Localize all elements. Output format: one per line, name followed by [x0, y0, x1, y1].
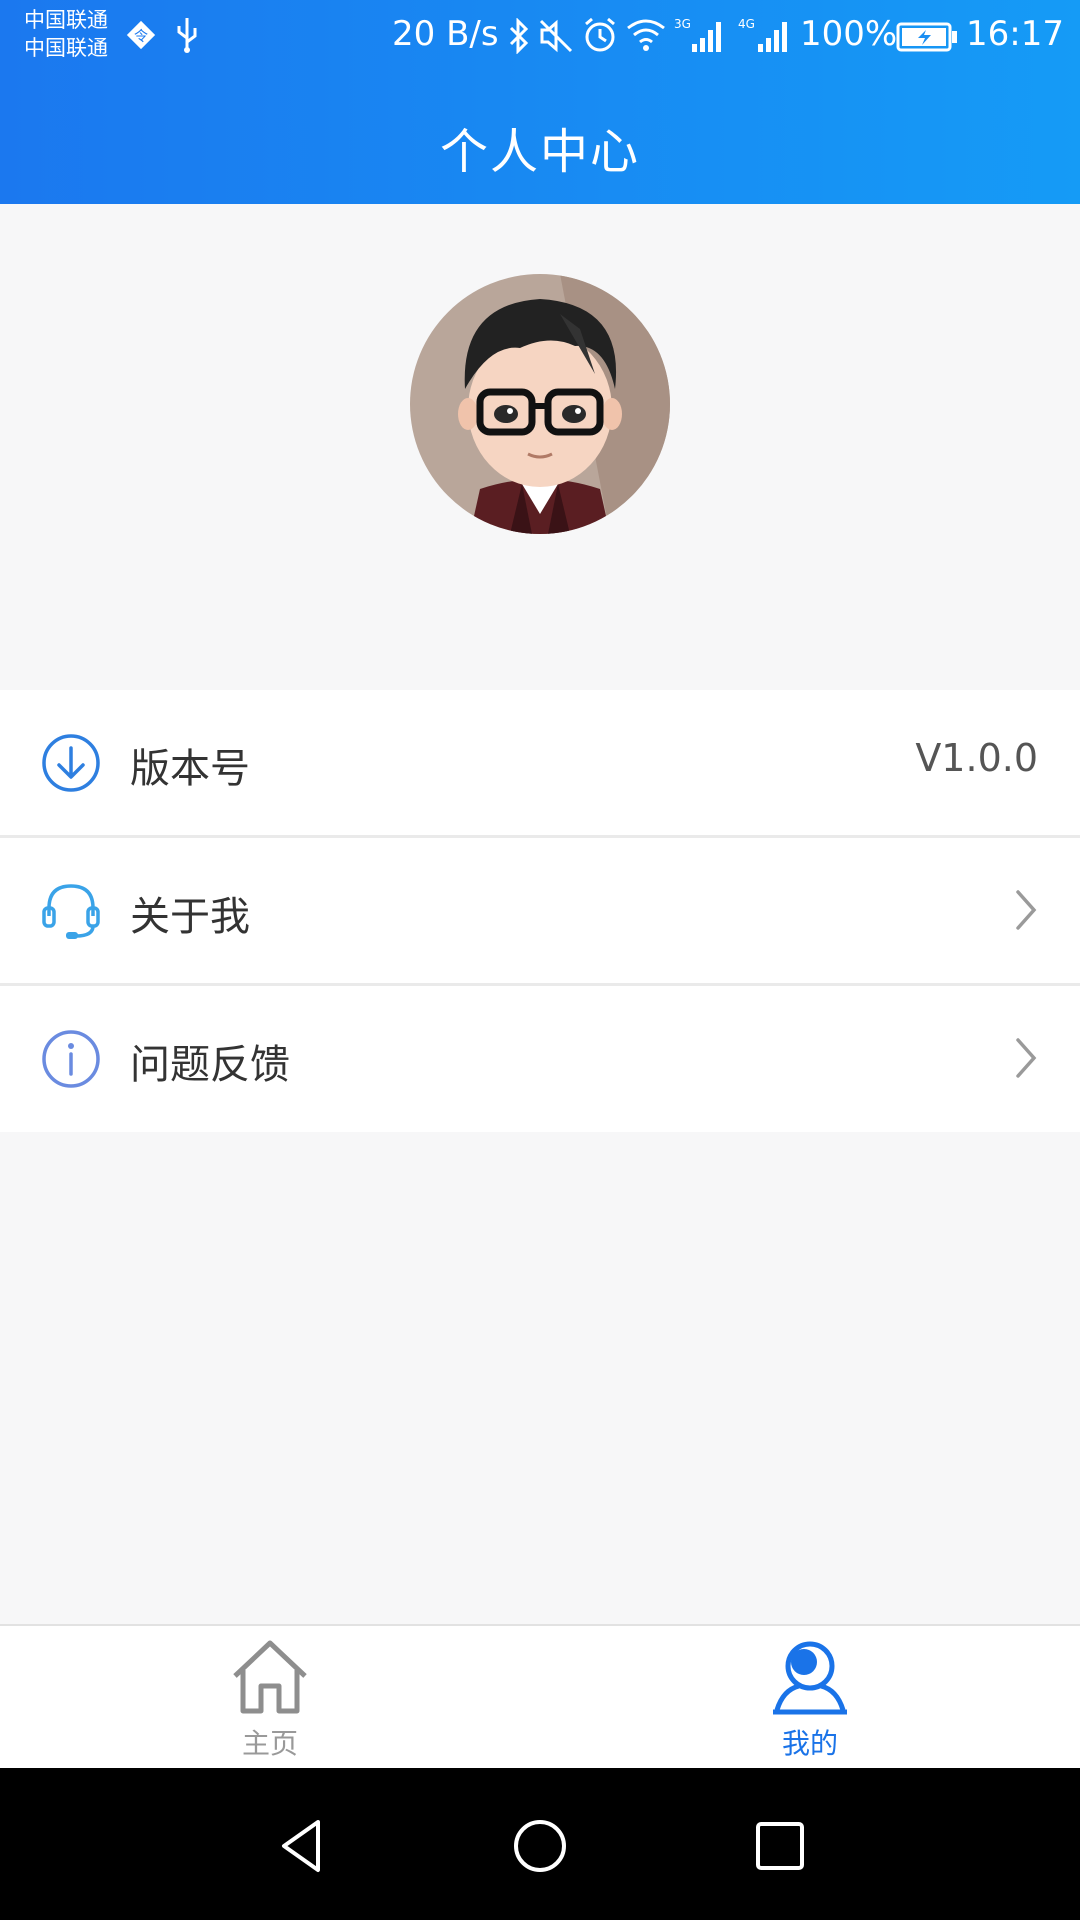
- menu-item-feedback[interactable]: 问题反馈: [0, 986, 1080, 1132]
- usb-icon: [177, 18, 197, 53]
- page-title: 个人中心: [439, 124, 640, 180]
- hd-voice-icon: 令: [126, 20, 156, 50]
- chevron-right-icon: [1016, 1038, 1037, 1078]
- headset-icon: [42, 884, 100, 939]
- menu-item-version[interactable]: 版本号 V1.0.0: [0, 690, 1080, 838]
- signal-4g-icon: 4G: [738, 17, 787, 52]
- tab-label: 主页: [241, 1727, 298, 1760]
- mute-icon: [539, 19, 573, 53]
- system-navigation-bar: [0, 1768, 1080, 1920]
- bluetooth-icon: [509, 18, 529, 54]
- app-header: 中国联通 中国联通 令 20 B/s 3G 4G 100% 16:17 个人中心: [0, 0, 1080, 204]
- menu-item-about[interactable]: 关于我: [0, 838, 1080, 986]
- menu-item-label: 问题反馈: [130, 1042, 290, 1088]
- signal-2-type: 4G: [738, 17, 755, 31]
- recents-icon[interactable]: [748, 1814, 812, 1878]
- settings-menu: 版本号 V1.0.0 关于我 问题反馈: [0, 690, 1080, 1132]
- bottom-tab-bar: 主页 我的: [0, 1624, 1080, 1770]
- info-circle-icon: [42, 1030, 100, 1088]
- menu-item-label: 关于我: [130, 894, 250, 940]
- avatar-illustration: [410, 274, 670, 534]
- avatar[interactable]: [410, 274, 670, 534]
- wifi-icon: [627, 19, 665, 51]
- home-icon: [233, 1640, 307, 1714]
- back-icon[interactable]: [270, 1814, 334, 1878]
- status-bar: 中国联通 中国联通 令 20 B/s 3G 4G 100% 16:17: [0, 0, 1080, 80]
- alarm-icon: [585, 17, 615, 52]
- status-time: 16:17: [966, 14, 1064, 54]
- signal-1-type: 3G: [674, 17, 691, 31]
- battery-percent: 100%: [800, 14, 898, 54]
- carrier-1: 中国联通: [24, 8, 108, 32]
- download-circle-icon: [42, 734, 100, 792]
- signal-3g-icon: 3G: [674, 17, 721, 52]
- profile-section: [0, 204, 1080, 690]
- user-icon: [773, 1641, 847, 1715]
- carrier-labels: 中国联通 中国联通: [24, 6, 108, 62]
- version-value: V1.0.0: [915, 736, 1038, 780]
- tab-mine[interactable]: 我的: [540, 1626, 1080, 1770]
- carrier-2: 中国联通: [24, 36, 108, 60]
- tab-label: 我的: [781, 1727, 838, 1760]
- svg-text:令: 令: [134, 29, 148, 45]
- battery-charging-icon: [896, 22, 957, 52]
- menu-item-label: 版本号: [130, 746, 250, 792]
- tab-home[interactable]: 主页: [0, 1626, 540, 1770]
- network-speed: 20 B/s: [392, 14, 499, 54]
- home-button-icon[interactable]: [508, 1814, 572, 1878]
- chevron-right-icon: [1016, 890, 1037, 930]
